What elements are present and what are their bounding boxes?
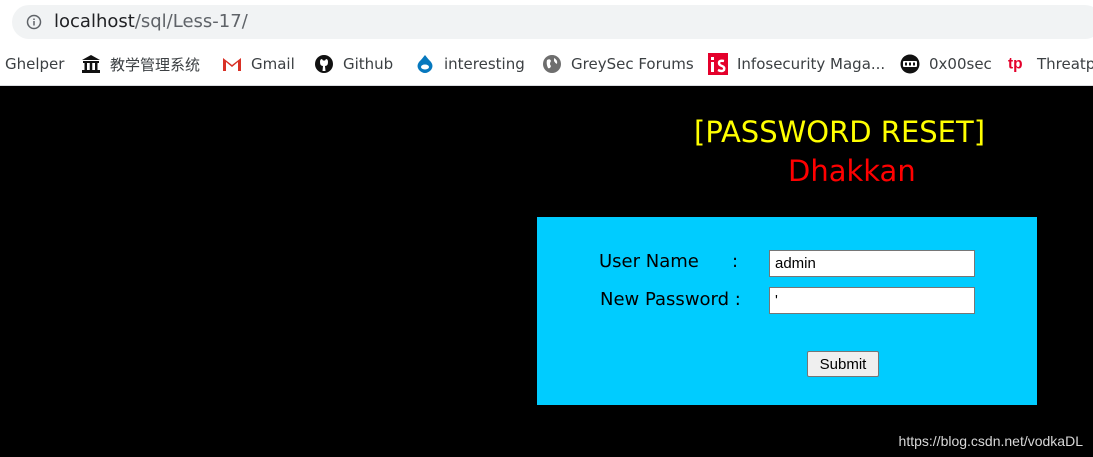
new-password-input[interactable] <box>769 287 975 314</box>
threatpost-icon: tp <box>1008 54 1028 74</box>
bookmark-label: GreySec Forums <box>571 55 694 73</box>
bookmark-label: 教学管理系统 <box>110 55 201 74</box>
page-subtitle: Dhakkan <box>788 154 916 188</box>
address-bar: localhost/sql/Less-17/ <box>0 0 1093 44</box>
bookmark-label: 0x00sec <box>929 55 992 73</box>
github-icon <box>314 54 334 74</box>
bookmark-gmail[interactable]: Gmail <box>222 44 295 84</box>
drupal-icon <box>415 54 435 74</box>
username-input[interactable] <box>769 250 975 277</box>
svg-text:tp: tp <box>1008 56 1023 73</box>
url-text[interactable]: localhost/sql/Less-17/ <box>54 11 248 32</box>
bookmark-infosecurity[interactable]: Infosecurity Maga... <box>708 44 885 84</box>
info-icon[interactable] <box>26 14 42 30</box>
bookmark-label: Ghelper <box>5 55 65 73</box>
bookmark-label: Threatp <box>1037 55 1093 73</box>
bookmark-threatpost[interactable]: tp Threatp <box>1008 44 1093 84</box>
gmail-icon <box>222 54 242 74</box>
bookmark-interesting[interactable]: interesting <box>415 44 525 84</box>
bookmark-github[interactable]: Github <box>314 44 393 84</box>
page-content: [PASSWORD RESET] Dhakkan User Name : New… <box>0 87 1093 457</box>
bookmark-label: Github <box>343 55 394 73</box>
new-password-label: New Password : <box>600 289 741 310</box>
bookmark-ghelper[interactable]: Ghelper <box>5 44 64 84</box>
bookmarks-bar: Ghelper 教学管理系统 Gmail Github interesting … <box>0 44 1093 86</box>
bookmark-label: interesting <box>444 55 525 73</box>
password-reset-form: User Name : New Password : Submit <box>537 217 1037 405</box>
username-colon: : <box>732 251 739 272</box>
globe-icon <box>542 54 562 74</box>
bookmark-label: Gmail <box>251 55 295 73</box>
building-icon <box>81 54 101 74</box>
url-path: /sql/Less-17/ <box>134 11 248 32</box>
page-title: [PASSWORD RESET] <box>694 115 986 149</box>
infosecurity-icon <box>708 53 728 75</box>
bookmark-0x00sec[interactable]: 0x00sec <box>900 44 992 84</box>
watermark-text: https://blog.csdn.net/vodkaDL <box>898 433 1083 449</box>
bookmark-jiaoxue[interactable]: 教学管理系统 <box>81 44 200 84</box>
submit-button[interactable]: Submit <box>807 351 879 377</box>
bookmark-label: Infosecurity Maga... <box>737 55 886 73</box>
username-label: User Name <box>599 251 699 272</box>
0x00sec-icon <box>900 54 920 74</box>
bookmark-greysec[interactable]: GreySec Forums <box>542 44 694 84</box>
url-host: localhost <box>54 11 135 32</box>
url-omnibox[interactable]: localhost/sql/Less-17/ <box>12 5 1093 39</box>
